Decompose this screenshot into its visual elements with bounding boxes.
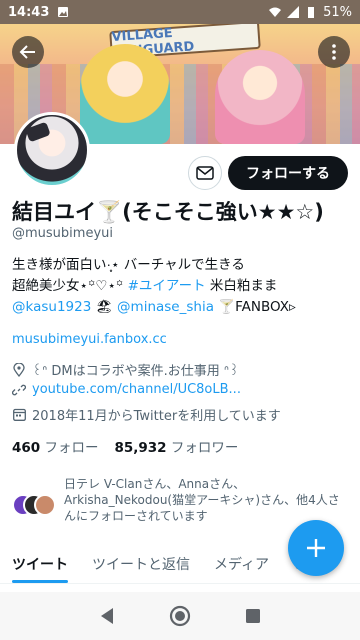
avatar[interactable]	[14, 112, 90, 188]
wifi-icon	[269, 7, 282, 17]
tab-tweets[interactable]: ツイート	[0, 544, 80, 583]
website-row: youtube.com/channel/UC8oLB...	[12, 382, 241, 397]
location-row: ꒰ᐢ DMはコラボや案件.お仕事用 ᐢ꒱	[12, 360, 239, 379]
user-handle: @musubimeyui	[12, 226, 113, 241]
link-icon	[12, 383, 26, 397]
status-time: 14:43	[8, 4, 50, 20]
tab-media[interactable]: メディア	[202, 544, 281, 583]
website-link[interactable]: youtube.com/channel/UC8oLB...	[32, 382, 241, 397]
joined-row: 2018年11月からTwitterを利用しています	[12, 405, 281, 424]
signal-icon	[287, 6, 300, 18]
system-nav-bar	[0, 592, 360, 640]
mention-link[interactable]: @minase_shia	[117, 299, 214, 315]
avatar-bow	[25, 121, 51, 143]
follow-counts: 460 フォロー 85,932 フォロワー	[12, 436, 238, 456]
known-followers-text: 日テレ V-Clanさん、Annaさん、Arkisha_Nekodou(猫堂アー…	[64, 477, 340, 523]
more-vertical-icon	[332, 44, 336, 60]
known-followers-avatars	[12, 494, 56, 516]
bio-line: 超絶美少女⋆꙳♡⋆꙳ #ユイアート 米白粕まま	[12, 276, 352, 297]
status-bar: 14:43 51%	[0, 0, 360, 24]
bio-text: 🏖	[91, 299, 118, 315]
battery-percent: 51%	[323, 4, 352, 20]
more-options-button[interactable]	[318, 36, 350, 68]
display-name: 結目ユイ🍸(そこそこ強い★★☆)	[12, 200, 324, 224]
bio-url-link[interactable]: musubimeyui.fanbox.cc	[12, 332, 167, 347]
tab-tweets-replies[interactable]: ツイートと返信	[80, 544, 202, 583]
bio-text: 超絶美少女	[12, 278, 80, 294]
nav-home-button[interactable]	[166, 602, 194, 630]
followers-label: フォロワー	[170, 440, 239, 456]
battery-icon	[308, 7, 315, 18]
joined-text: 2018年11月からTwitterを利用しています	[32, 409, 281, 424]
calendar-icon	[12, 408, 26, 422]
compose-tweet-button[interactable]	[288, 520, 344, 576]
message-button[interactable]	[188, 156, 222, 190]
known-followers[interactable]: 日テレ V-Clanさん、Annaさん、Arkisha_Nekodou(猫堂アー…	[12, 476, 348, 524]
mention-link[interactable]: @kasu1923	[12, 299, 91, 315]
following-link[interactable]: 460 フォロー	[12, 436, 98, 456]
back-button[interactable]	[12, 36, 44, 68]
avatar	[34, 494, 56, 516]
bio-text: 米白粕まま	[205, 278, 278, 294]
square-recents-icon	[246, 609, 261, 623]
nav-recents-button[interactable]	[239, 602, 267, 630]
follow-button[interactable]: フォローする	[228, 156, 348, 190]
followers-count: 85,932	[114, 440, 167, 456]
banner-character-right	[215, 50, 305, 144]
banner-character-left	[80, 44, 170, 144]
followers-link[interactable]: 85,932 フォロワー	[114, 436, 238, 456]
bio-text: ⋆꙳♡⋆꙳	[79, 278, 128, 294]
mail-icon	[196, 166, 214, 180]
following-label: フォロー	[44, 440, 99, 456]
nav-back-button[interactable]	[93, 602, 121, 630]
plus-icon	[307, 539, 325, 557]
bio-line: @kasu1923 🏖 @minase_shia 🍸FANBOX▹	[12, 297, 352, 318]
following-count: 460	[12, 440, 41, 456]
circle-home-icon	[169, 605, 191, 627]
bio-text: 🍸FANBOX▹	[213, 299, 296, 315]
profile-bio: 生き様が面白い·̩͙⋆ バーチャルで生きる 超絶美少女⋆꙳♡⋆꙳ #ユイアート …	[12, 255, 352, 318]
location-text: ꒰ᐢ DMはコラボや案件.お仕事用 ᐢ꒱	[32, 364, 240, 379]
location-pin-icon	[12, 362, 26, 377]
triangle-back-icon	[100, 608, 113, 624]
arrow-left-icon	[19, 45, 35, 59]
hashtag-link[interactable]: #ユイアート	[128, 278, 206, 294]
bio-line: 生き様が面白い·̩͙⋆ バーチャルで生きる	[12, 257, 245, 273]
image-notification-icon	[58, 7, 69, 17]
